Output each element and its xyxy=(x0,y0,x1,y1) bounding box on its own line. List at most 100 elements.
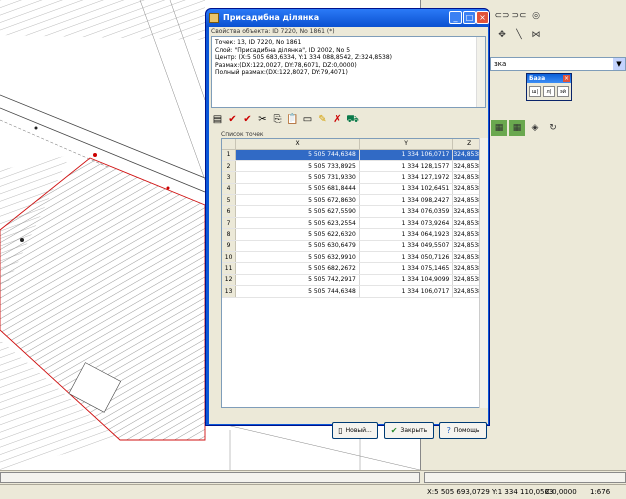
cell-x[interactable]: 5 505 627,5590 xyxy=(235,205,360,218)
check-all-icon[interactable]: ✔ xyxy=(241,113,254,126)
cut-icon[interactable]: ✂ xyxy=(256,113,269,126)
grid-icon[interactable]: ▦ xyxy=(509,120,525,136)
row-number[interactable]: 6 xyxy=(222,205,237,218)
table-row[interactable]: 95 505 630,6479 1 334 049,5507 324,8538 xyxy=(222,240,486,253)
table-row[interactable]: 12 5 505 742,2917 1 334 104,9099 324,8538 xyxy=(222,274,486,287)
row-number[interactable]: 13 xyxy=(222,285,237,298)
dialog-title[interactable]: Присадибна ділянка xyxy=(206,9,489,27)
help-icon: ? xyxy=(446,426,451,435)
tool-icon[interactable]: ⋈ xyxy=(528,27,544,43)
row-number[interactable]: 4 xyxy=(222,183,237,196)
help-button[interactable]: ? Помощь xyxy=(439,422,487,439)
pencil-icon[interactable]: ✎ xyxy=(316,113,329,126)
cell-y[interactable]: 1 334 106,0717 xyxy=(359,149,454,161)
cell-x[interactable]: 5 505 623,2554 xyxy=(235,217,360,230)
grid-icon[interactable]: ▦ xyxy=(491,120,507,136)
close-button[interactable]: × xyxy=(476,11,489,24)
check-icon[interactable]: ✔ xyxy=(226,113,239,126)
row-number[interactable]: 12 xyxy=(222,274,237,287)
delete-icon[interactable]: ▭ xyxy=(301,113,314,126)
line-tool-icon[interactable]: ╲ xyxy=(511,27,527,43)
paste-icon[interactable]: 📋 xyxy=(286,113,299,126)
close-icon[interactable]: × xyxy=(563,75,570,82)
clear-icon[interactable]: ✗ xyxy=(331,113,344,126)
cell-y[interactable]: 1 334 128,1577 xyxy=(359,160,454,173)
table-row[interactable]: 45 505 681,8444 1 334 102,6451 324,8538 xyxy=(222,183,486,196)
row-number[interactable]: 9 xyxy=(222,240,237,253)
cell-x[interactable]: 5 505 632,9910 xyxy=(235,251,360,264)
baza-button-3[interactable]: эй xyxy=(557,86,569,97)
props-scrollbar[interactable] xyxy=(476,37,485,107)
table-row[interactable]: 85 505 622,6320 1 334 064,1923 324,8538 xyxy=(222,228,486,241)
row-number[interactable]: 3 xyxy=(222,171,237,184)
cell-y[interactable]: 1 334 073,9264 xyxy=(359,217,454,230)
cell-y[interactable]: 1 334 049,5507 xyxy=(359,240,454,253)
row-number[interactable]: 8 xyxy=(222,228,237,241)
cell-y[interactable]: 1 334 064,1923 xyxy=(359,228,454,241)
map-scrollbar[interactable] xyxy=(0,472,420,483)
minimize-button[interactable]: _ xyxy=(449,11,462,24)
cell-y[interactable]: 1 334 104,9099 xyxy=(359,274,454,287)
table-row[interactable]: 65 505 627,5590 1 334 076,0359 324,8538 xyxy=(222,205,486,218)
circle-tool-icon[interactable]: ◎ xyxy=(528,8,544,24)
cell-y[interactable]: 1 334 050,7126 xyxy=(359,251,454,264)
table-row[interactable]: 15 505 744,6348 1 334 106,0717 324,8538 xyxy=(222,149,486,161)
status-scale: 1:676 xyxy=(590,488,611,496)
column-header-x[interactable]: X xyxy=(235,139,360,150)
cell-y[interactable]: 1 334 076,0359 xyxy=(359,205,454,218)
close-dialog-button[interactable]: ✔ Закрыть xyxy=(384,422,434,439)
chevron-down-icon[interactable]: ▼ xyxy=(613,58,625,70)
cell-y[interactable]: 1 334 075,1465 xyxy=(359,262,454,275)
cell-x[interactable]: 5 505 742,2917 xyxy=(235,274,360,287)
row-number[interactable]: 2 xyxy=(222,160,237,173)
row-number[interactable]: 7 xyxy=(222,217,237,230)
layer-combo[interactable]: зка ▼ xyxy=(490,57,626,71)
cell-x[interactable]: 5 505 744,6348 xyxy=(235,149,360,161)
cell-y[interactable]: 1 334 106,0717 xyxy=(359,285,454,298)
table-scrollbar[interactable] xyxy=(479,138,488,408)
fill-icon[interactable]: ⛟ xyxy=(346,113,359,126)
tool-icon[interactable]: ⊃⊂ xyxy=(511,8,527,24)
panel-scrollbar[interactable] xyxy=(424,472,626,483)
baza-button-2[interactable]: л| xyxy=(543,86,555,97)
table-row[interactable]: 25 505 733,8925 1 334 128,1577 324,8538 xyxy=(222,160,486,173)
rotate-icon[interactable]: ↻ xyxy=(545,120,561,136)
column-header-y[interactable]: Y xyxy=(359,139,454,150)
table-row[interactable]: 13 5 505 744,6348 1 334 106,0717 324,8538 xyxy=(222,285,486,298)
cell-x[interactable]: 5 505 744,6348 xyxy=(235,285,360,298)
table-row[interactable]: 10 5 505 632,9910 1 334 050,7126 324,8538 xyxy=(222,251,486,264)
tool-icon[interactable]: ✥ xyxy=(494,27,510,43)
cell-x[interactable]: 5 505 630,6479 xyxy=(235,240,360,253)
table-row[interactable]: 55 505 672,8630 1 334 098,2427 324,8538 xyxy=(222,194,486,207)
horizontal-scrollbars xyxy=(0,470,626,484)
cell-x[interactable]: 5 505 682,2672 xyxy=(235,262,360,275)
cell-x[interactable]: 5 505 672,8630 xyxy=(235,194,360,207)
cell-y[interactable]: 1 334 127,1972 xyxy=(359,171,454,184)
cell-y[interactable]: 1 334 098,2427 xyxy=(359,194,454,207)
row-number[interactable]: 1 xyxy=(222,149,237,161)
points-table[interactable]: X Y Z 15 505 744,6348 1 334 106,0717 324,8… xyxy=(221,138,487,408)
maximize-button[interactable]: □ xyxy=(463,11,476,24)
new-button[interactable]: ▯ Новый... xyxy=(332,422,378,439)
cell-x[interactable]: 5 505 681,8444 xyxy=(235,183,360,196)
cell-x[interactable]: 5 505 733,8925 xyxy=(235,160,360,173)
baza-toolbar: База × ш| л| эй xyxy=(526,73,572,101)
props-text[interactable]: Точек: 13, ID 7220, No 1861 Слой: "Приса… xyxy=(211,36,486,108)
edit-icon[interactable]: ▤ xyxy=(211,113,224,126)
table-row[interactable]: 35 505 731,9330 1 334 127,1972 324,8538 xyxy=(222,171,486,184)
row-number[interactable]: 10 xyxy=(222,251,237,264)
row-number[interactable]: 11 xyxy=(222,262,237,275)
copy-icon[interactable]: ⎘ xyxy=(271,113,284,126)
baza-button-1[interactable]: ш| xyxy=(529,86,541,97)
cell-x[interactable]: 5 505 622,6320 xyxy=(235,228,360,241)
tool-icon[interactable]: ⊂⊃ xyxy=(494,8,510,24)
cell-y[interactable]: 1 334 102,6451 xyxy=(359,183,454,196)
row-number[interactable]: 5 xyxy=(222,194,237,207)
map-point xyxy=(93,153,97,157)
new-button-label: Новый... xyxy=(345,427,372,434)
table-row[interactable]: 11 5 505 682,2672 1 334 075,1465 324,8538 xyxy=(222,262,486,275)
layers-icon[interactable]: ◈ xyxy=(527,120,543,136)
map-point xyxy=(166,186,170,190)
table-row[interactable]: 75 505 623,2554 1 334 073,9264 324,8538 xyxy=(222,217,486,230)
cell-x[interactable]: 5 505 731,9330 xyxy=(235,171,360,184)
